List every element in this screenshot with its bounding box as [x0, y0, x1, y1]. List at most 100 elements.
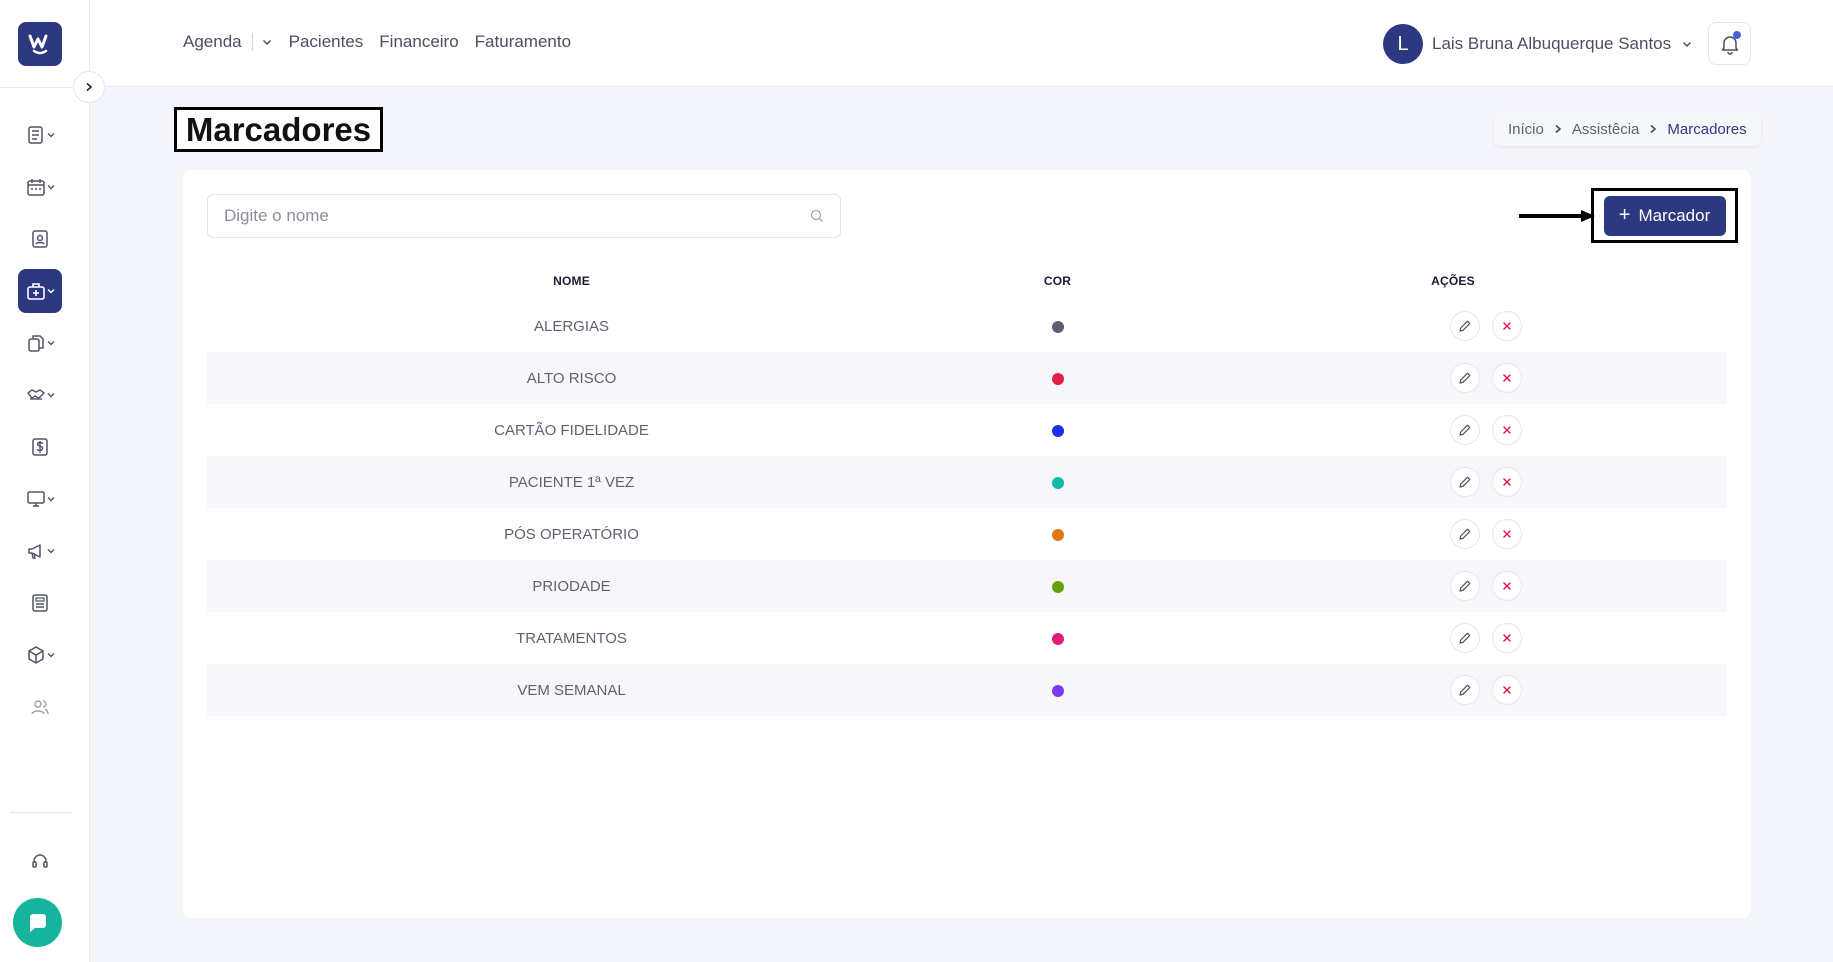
- search-box: [207, 194, 841, 238]
- marker-name: PÓS OPERATÓRIO: [504, 525, 639, 543]
- delete-button[interactable]: [1492, 623, 1522, 653]
- table-row: ALERGIAS: [207, 300, 1727, 352]
- color-dot: [1051, 580, 1064, 593]
- pencil-icon: [1459, 528, 1471, 540]
- sidebar-item-suporte[interactable]: [18, 839, 62, 883]
- markers-table: NOME COR AÇÕES ALERGIAS ALTO RISCO CARTÃO …: [207, 262, 1727, 716]
- actions-cell: [1179, 560, 1727, 612]
- delete-button[interactable]: [1492, 415, 1522, 445]
- marker-color-cell: [936, 456, 1179, 508]
- table-row: TRATAMENTOS: [207, 612, 1727, 664]
- sidebar-toggle-button[interactable]: [73, 71, 105, 103]
- edit-button[interactable]: [1450, 363, 1480, 393]
- nav-pacientes[interactable]: Pacientes: [289, 32, 364, 52]
- chat-support-button[interactable]: [13, 898, 62, 947]
- breadcrumb: Início Assistêcia Marcadores: [1494, 112, 1761, 146]
- edit-button[interactable]: [1450, 675, 1480, 705]
- delete-button[interactable]: [1492, 571, 1522, 601]
- agenda-dropdown-toggle[interactable]: [261, 36, 273, 48]
- edit-button[interactable]: [1450, 623, 1480, 653]
- dollar-icon: [32, 438, 48, 456]
- user-menu[interactable]: L Lais Bruna Albuquerque Santos: [1383, 24, 1693, 64]
- search-input[interactable]: [224, 206, 810, 226]
- notifications-button[interactable]: [1708, 22, 1751, 65]
- sidebar-item-procedimentos[interactable]: [18, 373, 62, 417]
- add-marker-button[interactable]: + Marcador: [1603, 195, 1726, 236]
- column-header-nome[interactable]: NOME: [207, 262, 936, 300]
- monitor-icon: [26, 491, 45, 507]
- sidebar-item-telemedicina[interactable]: [18, 477, 62, 521]
- close-icon: [1503, 374, 1511, 382]
- pencil-icon: [1459, 372, 1471, 384]
- actions-cell: [1179, 300, 1727, 352]
- pencil-icon: [1459, 580, 1471, 592]
- marker-name: ALERGIAS: [533, 317, 610, 335]
- sidebar-item-documentos[interactable]: [18, 321, 62, 365]
- delete-button[interactable]: [1492, 311, 1522, 341]
- sidebar-item-estoque[interactable]: [18, 633, 62, 677]
- delete-button[interactable]: [1492, 467, 1522, 497]
- users-icon: [31, 700, 49, 715]
- edit-button[interactable]: [1450, 467, 1480, 497]
- marker-color-cell: [936, 560, 1179, 612]
- chevron-down-icon: [47, 497, 54, 502]
- breadcrumb-assistencia[interactable]: Assistêcia: [1566, 121, 1646, 138]
- chevron-down-icon: [47, 549, 54, 554]
- color-dot: [1051, 632, 1064, 645]
- edit-button[interactable]: [1450, 571, 1480, 601]
- color-dot: [1051, 476, 1064, 489]
- sidebar-item-assistencia[interactable]: [18, 269, 62, 313]
- nav-financeiro[interactable]: Financeiro: [379, 32, 458, 52]
- page-title-highlight: Marcadores: [174, 107, 383, 152]
- chevron-down-icon: [47, 289, 54, 294]
- chevron-right-icon: [1555, 124, 1561, 134]
- sidebar-item-agenda[interactable]: [18, 165, 62, 209]
- breadcrumb-separator: [1550, 124, 1566, 134]
- pencil-icon: [1459, 320, 1471, 332]
- sidebar-divider: [10, 812, 73, 813]
- nav-agenda[interactable]: Agenda: [183, 32, 242, 52]
- column-header-acoes: AÇÕES: [1431, 274, 1475, 288]
- edit-button[interactable]: [1450, 415, 1480, 445]
- breadcrumb-inicio[interactable]: Início: [1502, 121, 1550, 138]
- color-dot: [1051, 424, 1064, 437]
- sidebar-item-pacientes[interactable]: [18, 217, 62, 261]
- sidebar-item-relatorios[interactable]: [18, 581, 62, 625]
- box-icon: [27, 646, 44, 664]
- edit-button[interactable]: [1450, 311, 1480, 341]
- delete-button[interactable]: [1492, 363, 1522, 393]
- pencil-icon: [1459, 476, 1471, 488]
- marker-color-cell: [936, 612, 1179, 664]
- marker-name: PACIENTE 1ª VEZ: [207, 456, 936, 508]
- main-nav: Agenda Pacientes Financeiro Faturamento: [183, 32, 587, 52]
- sidebar-item-marketing[interactable]: [18, 529, 62, 573]
- column-header-cor[interactable]: COR: [936, 262, 1179, 300]
- top-navbar: Agenda Pacientes Financeiro Faturamento …: [90, 0, 1833, 87]
- delete-button[interactable]: [1492, 675, 1522, 705]
- patient-card-icon: [32, 230, 48, 248]
- table-row: PÓS OPERATÓRIO: [207, 508, 1727, 560]
- nav-faturamento[interactable]: Faturamento: [475, 32, 571, 52]
- sidebar-item-financeiro[interactable]: [18, 425, 62, 469]
- actions-cell: [1179, 508, 1727, 560]
- avatar: L: [1383, 24, 1423, 64]
- chevron-down-icon: [262, 39, 271, 46]
- sidebar-item-usuarios[interactable]: [18, 685, 62, 729]
- color-dot: [1051, 684, 1064, 697]
- megaphone-icon: [27, 544, 41, 559]
- delete-button[interactable]: [1492, 519, 1522, 549]
- close-icon: [1503, 634, 1511, 642]
- chevron-down-icon: [47, 341, 54, 346]
- user-name: Lais Bruna Albuquerque Santos: [1432, 34, 1672, 53]
- chevron-down-icon: [47, 393, 54, 398]
- edit-button[interactable]: [1450, 519, 1480, 549]
- close-icon: [1503, 582, 1511, 590]
- marker-name: CARTÃO FIDELIDADE: [494, 421, 649, 439]
- app-logo[interactable]: [18, 22, 62, 66]
- headset-icon: [32, 854, 48, 868]
- chevron-right-icon: [1650, 124, 1657, 134]
- actions-cell: [1179, 612, 1727, 664]
- sidebar-item-prontuario[interactable]: [18, 113, 62, 157]
- pencil-icon: [1459, 632, 1471, 644]
- medical-bag-icon: [26, 283, 45, 300]
